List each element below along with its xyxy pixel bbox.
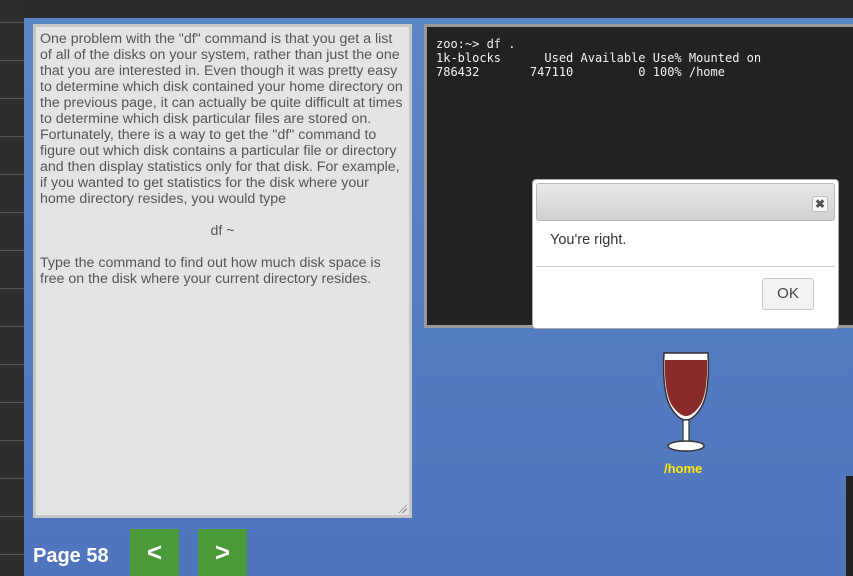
right-edge-panel: [846, 476, 853, 576]
disk-mount-label: /home: [664, 461, 703, 476]
wine-glass-disk-icon: [662, 352, 710, 452]
terminal-line: 1k-blocks Used Available Use% Mounted on: [436, 51, 762, 65]
previous-page-button[interactable]: <: [130, 529, 179, 576]
feedback-dialog: ✖ You're right. OK: [532, 179, 839, 329]
next-page-button[interactable]: >: [198, 529, 247, 576]
left-gutter: [0, 0, 24, 576]
lesson-paragraph-1: One problem with the "df" command is tha…: [40, 31, 403, 207]
dialog-divider: [536, 266, 835, 267]
page-number-label: Page 58: [33, 545, 109, 567]
dialog-titlebar[interactable]: ✖: [536, 183, 835, 221]
close-icon[interactable]: ✖: [812, 196, 828, 212]
terminal-line: zoo:~> df .: [436, 37, 516, 51]
resize-grip-icon[interactable]: [398, 504, 407, 513]
dialog-message: You're right.: [550, 232, 627, 248]
terminal-line: 786432 747110 0 100% /home: [436, 65, 725, 79]
lesson-text-area[interactable]: One problem with the "df" command is tha…: [33, 24, 412, 518]
ok-button[interactable]: OK: [762, 278, 814, 310]
lesson-command-example: df ~: [210, 223, 235, 239]
lesson-paragraph-2: Type the command to find out how much di…: [40, 255, 381, 287]
